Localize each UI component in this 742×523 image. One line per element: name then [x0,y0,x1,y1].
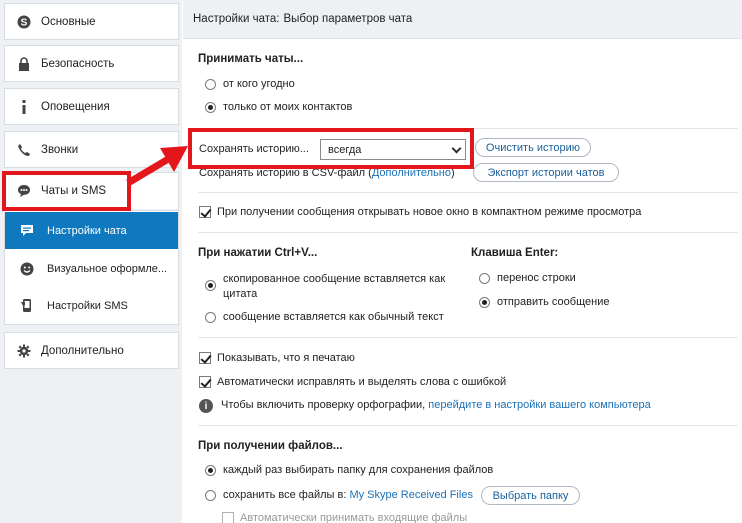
divider [198,337,738,338]
divider [198,192,738,193]
info-icon: i [199,399,213,413]
chat-bubble-icon [20,224,34,238]
checkbox-label: Показывать, что я печатаю [217,352,355,364]
radio-paste-quote[interactable]: скопированное сообщение вставляется как ц… [205,272,445,302]
sidebar-subitem-label: Настройки SMS [47,299,128,312]
sidebar-item-label: Безопасность [41,57,115,70]
spellcheck-info: i Чтобы включить проверку орфографии, пе… [199,399,651,413]
highlight-box-save-history [188,128,474,169]
skype-icon: S [17,15,31,29]
radio-button[interactable] [479,297,490,308]
sidebar-item-label: Оповещения [41,100,110,113]
page-title: Настройки чата: [193,13,280,25]
radio-label: каждый раз выбирать папку для сохранения… [223,464,494,476]
sidebar-item-advanced[interactable]: Дополнительно [4,332,179,369]
accept-chats-title: Принимать чаты... [198,53,304,65]
compact-mode-option[interactable]: При получении сообщения открывать новое … [199,206,641,218]
sidebar-item-notifications[interactable]: Оповещения [4,88,179,125]
svg-text:S: S [21,17,28,28]
sidebar-subitem-label: Визуальное оформле... [47,262,168,275]
sidebar-subitem-chat-settings[interactable]: Настройки чата [5,212,178,249]
radio-label: отправить сообщение [497,296,610,308]
checkbox-label: Автоматически принимать входящие файлы [240,512,468,523]
sidebar-item-security[interactable]: Безопасность [4,45,179,82]
radio-button[interactable] [205,465,216,476]
radio-button[interactable] [479,273,490,284]
enter-key-title: Клавиша Enter: [471,247,559,259]
radio-button[interactable] [205,79,216,90]
radio-label: от кого угодно [223,78,295,90]
divider [198,425,738,426]
radio-accept-anyone[interactable]: от кого угодно [205,78,295,90]
radio-accept-contacts[interactable]: только от моих контактов [205,101,352,113]
radio-label: сообщение вставляется как обычный текст [223,311,444,323]
sidebar-item-general[interactable]: S Основные [4,3,179,40]
radio-label: сохранить все файлы в: [223,489,347,501]
ctrl-v-title: При нажатии Ctrl+V... [198,247,318,259]
divider [198,232,738,233]
checkbox[interactable] [222,512,234,523]
radio-label: только от моих контактов [223,101,353,113]
radio-enter-send[interactable]: отправить сообщение [479,296,609,308]
received-files-folder-link[interactable]: My Skype Received Files [349,489,473,501]
spellcheck-settings-link[interactable]: перейдите в настройки вашего компьютера [428,399,650,411]
lock-icon [17,56,31,71]
files-title: При получении файлов... [198,440,343,452]
sms-phone-icon [20,299,34,313]
highlight-box-sidebar [2,171,131,211]
sidebar-subitem-sms[interactable]: Настройки SMS [5,287,178,324]
sidebar-subitem-visual[interactable]: Визуальное оформле... [5,250,178,287]
auto-accept-files-option[interactable]: Автоматически принимать входящие файлы [222,512,467,523]
export-history-button[interactable]: Экспорт истории чатов [473,163,619,182]
page-subtitle: Выбор параметров чата [283,13,413,25]
sidebar-item-label: Звонки [41,143,79,156]
phone-icon [17,143,31,157]
checkbox-label: Автоматически исправлять и выделять слов… [217,376,507,388]
checkbox[interactable] [199,376,211,388]
page-header: Настройки чата: Выбор параметров чата [183,0,742,39]
autocorrect-option[interactable]: Автоматически исправлять и выделять слов… [199,376,506,388]
sidebar-item-label: Дополнительно [41,344,124,357]
spellcheck-text: Чтобы включить проверку орфографии, [221,399,426,411]
checkbox-label: При получении сообщения открывать новое … [217,206,642,218]
radio-button[interactable] [205,312,216,323]
typing-indicator-option[interactable]: Показывать, что я печатаю [199,352,355,364]
sidebar-subitem-label: Настройки чата [47,224,127,237]
checkbox[interactable] [199,206,211,218]
radio-label: перенос строки [497,272,576,284]
radio-files-save-all[interactable]: сохранить все файлы в: My Skype Received… [205,489,473,501]
chat-subitems: Настройки чата Визуальное оформле... Нас… [4,210,179,325]
settings-sidebar: S Основные Безопасность Оповещения Звонк… [0,0,182,523]
choose-folder-button[interactable]: Выбрать папку [481,486,580,505]
radio-button[interactable] [205,102,216,113]
radio-paste-plain[interactable]: сообщение вставляется как обычный текст [205,311,444,323]
radio-label: скопированное сообщение вставляется как ц… [223,273,446,300]
radio-files-ask-folder[interactable]: каждый раз выбирать папку для сохранения… [205,464,493,476]
radio-enter-newline[interactable]: перенос строки [479,272,576,284]
sidebar-item-calls[interactable]: Звонки [4,131,179,168]
sidebar-item-label: Основные [41,15,96,28]
gear-icon [17,344,31,358]
clear-history-button[interactable]: Очистить историю [475,138,591,157]
radio-button[interactable] [205,280,216,291]
radio-button[interactable] [205,490,216,501]
info-icon [17,99,31,114]
checkbox[interactable] [199,352,211,364]
smiley-icon [20,262,34,276]
